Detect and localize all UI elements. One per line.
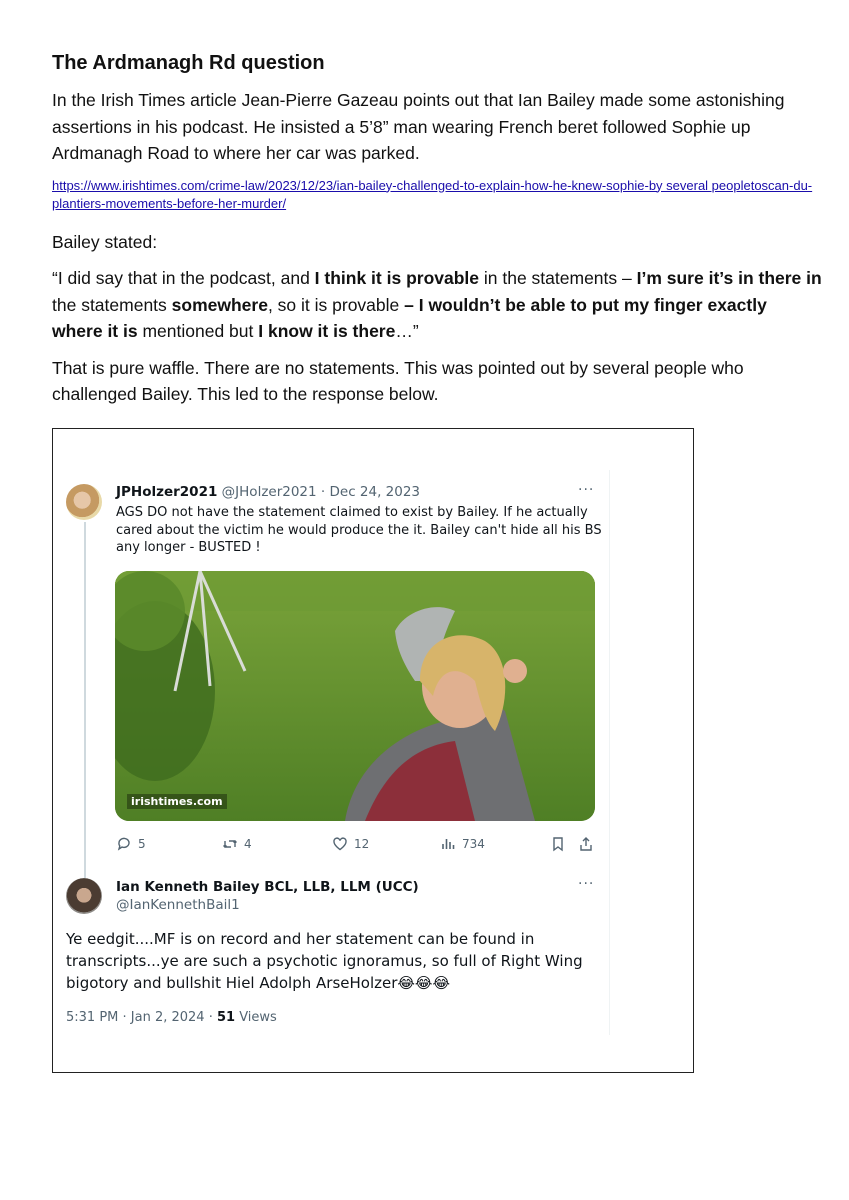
avatar[interactable] (66, 878, 102, 914)
views-chart-icon (442, 839, 455, 849)
page-title: The Ardmanagh Rd question (52, 52, 325, 74)
view-count: 734 (462, 837, 485, 851)
reply-count: 5 (138, 837, 146, 851)
bookmark-button[interactable] (550, 836, 566, 852)
retweet-button[interactable]: 4 (222, 836, 252, 852)
quote-text: “I did say that in the podcast, and (52, 268, 315, 288)
thread-connector-line (84, 522, 86, 882)
views-label: Views (235, 1010, 277, 1025)
conclusion-paragraph: That is pure waffle. There are no statem… (52, 357, 744, 405)
author-handle[interactable]: @IanKennethBail1 (116, 896, 419, 914)
tweet-thread: JPHolzer2021 @JHolzer2021 · Dec 24, 2023… (66, 470, 611, 1035)
tweet-text: AGS DO not have the statement claimed to… (116, 505, 602, 555)
quote-text: in the statements – (479, 268, 637, 288)
quote-text: mentioned but (137, 321, 259, 341)
quote-bold: I think it is provable (314, 268, 480, 288)
tweet-actions: 5 4 12 734 (116, 836, 606, 856)
more-options-icon[interactable]: ··· (578, 876, 594, 892)
reply-icon (117, 837, 130, 851)
heart-icon (333, 837, 347, 851)
share-button[interactable] (578, 836, 594, 852)
like-button[interactable]: 12 (332, 836, 369, 852)
article-link[interactable]: https://www.irishtimes.com/crime-law/202… (52, 177, 822, 213)
views-count: 51 (216, 1010, 236, 1025)
author-name[interactable]: JPHolzer2021 (116, 484, 217, 500)
bookmark-icon (553, 837, 563, 852)
tweet-timestamp[interactable]: 5:31 PM · Jan 2, 2024 · (66, 1010, 217, 1025)
column-divider (609, 470, 610, 1035)
bailey-stated-paragraph: Bailey stated: (52, 231, 158, 252)
like-count: 12 (354, 837, 370, 851)
author-name[interactable]: Ian Kenneth Bailey BCL, LLB, LLM (UCC) (116, 878, 419, 896)
retweet-count: 4 (244, 837, 252, 851)
intro-paragraph: In the Irish Times article Jean-Pierre G… (52, 90, 785, 163)
tweet-text: Ye eedgit....MF is on record and her sta… (66, 930, 583, 992)
avatar[interactable] (66, 484, 102, 520)
share-icon (580, 837, 592, 851)
photo-credit: irishtimes.com (127, 794, 227, 809)
retweet-icon (223, 840, 237, 848)
quote-text: , so it is provable (267, 294, 405, 315)
views-button[interactable]: 734 (440, 836, 485, 852)
quote-paragraph: “I did say that in the podcast, and I th… (52, 265, 822, 345)
tweet-header: Ian Kenneth Bailey BCL, LLB, LLM (UCC) @… (116, 878, 419, 914)
tweet-header: JPHolzer2021 @JHolzer2021 · Dec 24, 2023 (116, 484, 420, 500)
author-handle-date: @JHolzer2021 · Dec 24, 2023 (221, 484, 421, 500)
document-body: The Ardmanagh Rd question In the Irish T… (52, 52, 822, 418)
quote-bold: I know it is there (258, 321, 396, 341)
quote-bold: I’m sure it’s in there in (636, 268, 822, 288)
reply-button[interactable]: 5 (116, 836, 146, 852)
quote-bold: somewhere (171, 294, 268, 315)
tweet-meta: 5:31 PM · Jan 2, 2024 · 51 Views (66, 1010, 277, 1025)
quote-text: the statements (52, 294, 172, 315)
quote-text: …” (395, 321, 419, 341)
more-options-icon[interactable]: ··· (578, 482, 594, 498)
photo-image (115, 571, 595, 821)
tweet-photo[interactable]: irishtimes.com (115, 571, 595, 821)
